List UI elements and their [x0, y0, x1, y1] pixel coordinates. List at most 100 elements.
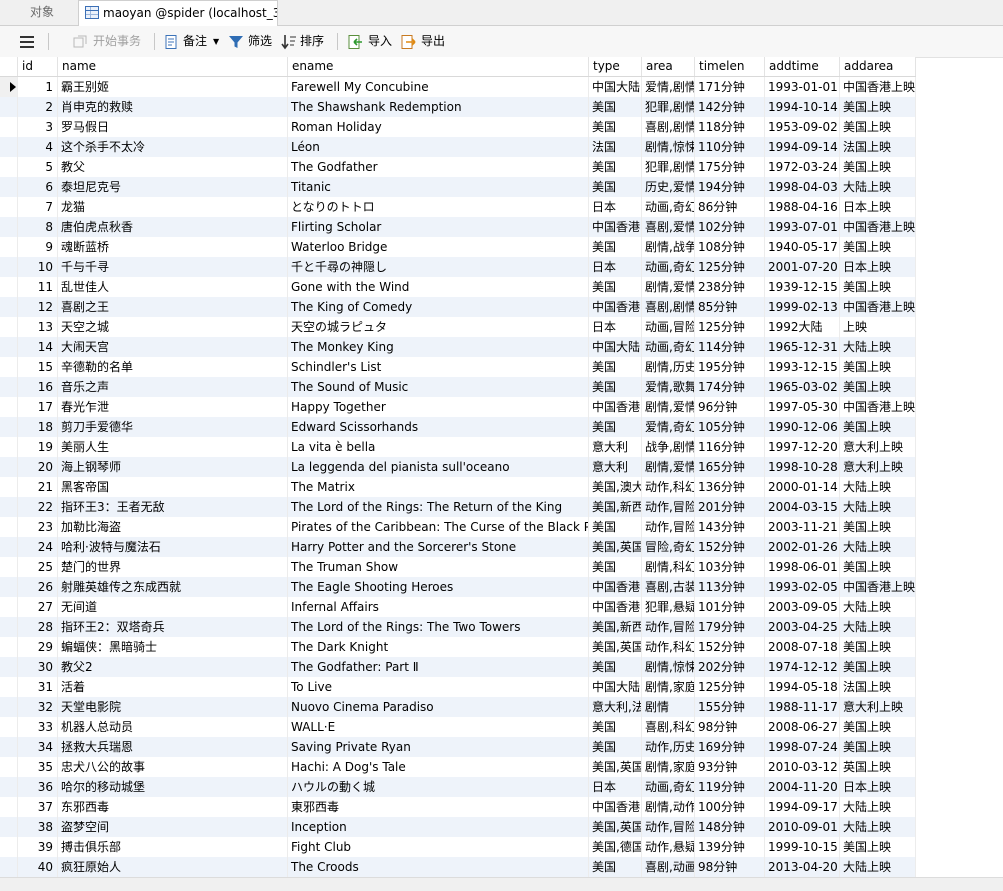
- cell-timelen[interactable]: 98分钟: [695, 857, 765, 877]
- cell-area[interactable]: 动作,历史: [642, 737, 695, 757]
- cell-addtime[interactable]: 1988-04-16: [765, 197, 840, 217]
- cell-type[interactable]: 中国香港: [589, 217, 642, 237]
- cell-name[interactable]: 肖申克的救赎: [58, 97, 288, 117]
- cell-addarea[interactable]: 英国上映: [840, 757, 916, 777]
- table-row[interactable]: 2 肖申克的救赎 The Shawshank Redemption 美国 犯罪,剧情 14…: [0, 97, 916, 117]
- cell-addtime[interactable]: 2013-04-20: [765, 857, 840, 877]
- cell-id[interactable]: 36: [18, 777, 58, 797]
- cell-type[interactable]: 美国: [589, 277, 642, 297]
- cell-timelen[interactable]: 119分钟: [695, 777, 765, 797]
- cell-id[interactable]: 9: [18, 237, 58, 257]
- cell-addarea[interactable]: 大陆上映: [840, 617, 916, 637]
- cell-timelen[interactable]: 152分钟: [695, 537, 765, 557]
- cell-timelen[interactable]: 100分钟: [695, 797, 765, 817]
- cell-ename[interactable]: Farewell My Concubine: [288, 77, 589, 97]
- cell-name[interactable]: 春光乍泄: [58, 397, 288, 417]
- cell-type[interactable]: 美国: [589, 657, 642, 677]
- cell-addtime[interactable]: 1939-12-15: [765, 277, 840, 297]
- cell-timelen[interactable]: 116分钟: [695, 437, 765, 457]
- cell-addarea[interactable]: 意大利上映: [840, 457, 916, 477]
- cell-timelen[interactable]: 194分钟: [695, 177, 765, 197]
- row-gutter[interactable]: [0, 717, 18, 737]
- table-row[interactable]: 19 美丽人生 La vita è bella 意大利 战争,剧情 116分钟 1997-1…: [0, 437, 916, 457]
- cell-id[interactable]: 30: [18, 657, 58, 677]
- cell-id[interactable]: 12: [18, 297, 58, 317]
- cell-addtime[interactable]: 2002-01-26: [765, 537, 840, 557]
- cell-timelen[interactable]: 152分钟: [695, 637, 765, 657]
- cell-ename[interactable]: Infernal Affairs: [288, 597, 589, 617]
- col-header-id[interactable]: id: [18, 57, 58, 76]
- cell-type[interactable]: 美国,英国: [589, 637, 642, 657]
- cell-addarea[interactable]: 美国上映: [840, 637, 916, 657]
- table-row[interactable]: 18 剪刀手爱德华 Edward Scissorhands 美国 爱情,奇幻 105分钟 1…: [0, 417, 916, 437]
- cell-area[interactable]: 喜剧,爱情: [642, 217, 695, 237]
- cell-addarea[interactable]: 美国上映: [840, 417, 916, 437]
- cell-area[interactable]: 剧情,惊悚: [642, 657, 695, 677]
- cell-area[interactable]: 动作,冒险: [642, 517, 695, 537]
- cell-addtime[interactable]: 2008-07-18: [765, 637, 840, 657]
- cell-type[interactable]: 美国: [589, 237, 642, 257]
- cell-id[interactable]: 10: [18, 257, 58, 277]
- cell-timelen[interactable]: 96分钟: [695, 397, 765, 417]
- cell-ename[interactable]: La vita è bella: [288, 437, 589, 457]
- cell-ename[interactable]: The Shawshank Redemption: [288, 97, 589, 117]
- cell-ename[interactable]: The Lord of the Rings: The Two Towers: [288, 617, 589, 637]
- cell-addtime[interactable]: 1993-01-01: [765, 77, 840, 97]
- cell-addtime[interactable]: 2010-03-12: [765, 757, 840, 777]
- table-row[interactable]: 40 疯狂原始人 The Croods 美国 喜剧,动画 98分钟 2013-04-20 大陆…: [0, 857, 916, 877]
- table-row[interactable]: 12 喜剧之王 The King of Comedy 中国香港 喜剧,剧情 85分钟 199…: [0, 297, 916, 317]
- cell-name[interactable]: 疯狂原始人: [58, 857, 288, 877]
- cell-name[interactable]: 无间道: [58, 597, 288, 617]
- menu-icon[interactable]: [20, 36, 34, 48]
- cell-ename[interactable]: The King of Comedy: [288, 297, 589, 317]
- cell-addtime[interactable]: 1988-11-17: [765, 697, 840, 717]
- cell-ename[interactable]: Fight Club: [288, 837, 589, 857]
- cell-area[interactable]: 动作,科幻: [642, 477, 695, 497]
- cell-area[interactable]: 爱情,剧情: [642, 77, 695, 97]
- table-row[interactable]: 27 无间道 Infernal Affairs 中国香港 犯罪,悬疑 101分钟 2003-…: [0, 597, 916, 617]
- cell-type[interactable]: 中国大陆,: [589, 677, 642, 697]
- table-row[interactable]: 23 加勒比海盗 Pirates of the Caribbean: The Cur…: [0, 517, 916, 537]
- cell-ename[interactable]: Saving Private Ryan: [288, 737, 589, 757]
- note-button[interactable]: 备注 ▼: [163, 26, 223, 57]
- cell-id[interactable]: 40: [18, 857, 58, 877]
- cell-id[interactable]: 18: [18, 417, 58, 437]
- cell-ename[interactable]: The Croods: [288, 857, 589, 877]
- cell-id[interactable]: 34: [18, 737, 58, 757]
- table-row[interactable]: 20 海上钢琴师 La leggenda del pianista sull'oce…: [0, 457, 916, 477]
- cell-addtime[interactable]: 1999-10-15: [765, 837, 840, 857]
- cell-area[interactable]: 喜剧,剧情: [642, 117, 695, 137]
- table-row[interactable]: 37 东邪西毒 東邪西毒 中国香港, 剧情,动作 100分钟 1994-09-17 大陆上映: [0, 797, 916, 817]
- cell-area[interactable]: 剧情,爱情: [642, 277, 695, 297]
- cell-ename[interactable]: 天空の城ラピュタ: [288, 317, 589, 337]
- cell-ename[interactable]: Schindler's List: [288, 357, 589, 377]
- cell-addtime[interactable]: 2008-06-27: [765, 717, 840, 737]
- cell-name[interactable]: 海上钢琴师: [58, 457, 288, 477]
- cell-ename[interactable]: Roman Holiday: [288, 117, 589, 137]
- cell-type[interactable]: 美国: [589, 517, 642, 537]
- cell-id[interactable]: 15: [18, 357, 58, 377]
- cell-timelen[interactable]: 201分钟: [695, 497, 765, 517]
- cell-area[interactable]: 动作,悬疑: [642, 837, 695, 857]
- cell-ename[interactable]: The Godfather: [288, 157, 589, 177]
- cell-name[interactable]: 霸王别姬: [58, 77, 288, 97]
- table-row[interactable]: 1 霸王别姬 Farewell My Concubine 中国大陆, 爱情,剧情 171分…: [0, 77, 916, 97]
- cell-type[interactable]: 美国: [589, 177, 642, 197]
- cell-area[interactable]: 动画,奇幻: [642, 197, 695, 217]
- cell-area[interactable]: 剧情,爱情: [642, 457, 695, 477]
- cell-name[interactable]: 东邪西毒: [58, 797, 288, 817]
- cell-addtime[interactable]: 1998-10-28: [765, 457, 840, 477]
- cell-timelen[interactable]: 174分钟: [695, 377, 765, 397]
- cell-timelen[interactable]: 165分钟: [695, 457, 765, 477]
- begin-transaction-button[interactable]: 开始事务: [72, 26, 152, 57]
- cell-addarea[interactable]: 中国香港上映: [840, 397, 916, 417]
- cell-timelen[interactable]: 125分钟: [695, 677, 765, 697]
- table-row[interactable]: 33 机器人总动员 WALL·E 美国 喜剧,科幻 98分钟 2008-06-27 美国上映: [0, 717, 916, 737]
- cell-type[interactable]: 美国,英国: [589, 817, 642, 837]
- cell-addarea[interactable]: 法国上映: [840, 677, 916, 697]
- cell-addtime[interactable]: 1940-05-17: [765, 237, 840, 257]
- tab-maoyan-table[interactable]: maoyan @spider (localhost_33...: [78, 0, 278, 26]
- cell-area[interactable]: 战争,剧情: [642, 437, 695, 457]
- cell-name[interactable]: 罗马假日: [58, 117, 288, 137]
- cell-type[interactable]: 美国: [589, 717, 642, 737]
